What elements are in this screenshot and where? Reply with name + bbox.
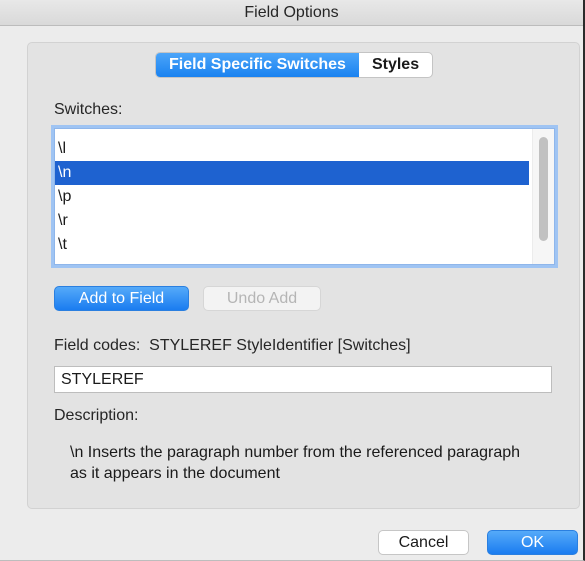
scroll-thumb[interactable]: [539, 137, 548, 241]
ok-button[interactable]: OK: [487, 530, 578, 555]
field-codes-line: Field codes: STYLEREF StyleIdentifier [S…: [54, 337, 411, 355]
field-codes-input[interactable]: [54, 366, 552, 393]
switches-label: Switches:: [54, 101, 123, 118]
tab-bar: Field Specific Switches Styles: [155, 52, 434, 78]
add-to-field-button[interactable]: Add to Field: [54, 286, 189, 311]
field-codes-label: Field codes:: [54, 337, 141, 354]
tab-field-specific-switches[interactable]: Field Specific Switches: [156, 53, 359, 77]
tab-styles[interactable]: Styles: [359, 53, 432, 77]
field-options-dialog: Field Options Field Specific Switches St…: [0, 0, 585, 561]
field-codes-syntax: STYLEREF StyleIdentifier [Switches]: [149, 337, 411, 354]
switch-item-t[interactable]: \t: [55, 233, 529, 257]
switches-list[interactable]: \l \n \p \r \t: [54, 128, 555, 265]
description-text: \n Inserts the paragraph number from the…: [70, 444, 521, 482]
undo-add-button[interactable]: Undo Add: [203, 286, 321, 311]
switch-item-n[interactable]: \n: [55, 161, 529, 185]
switch-item-r[interactable]: \r: [55, 209, 529, 233]
switch-item-p[interactable]: \p: [55, 185, 529, 209]
switches-scrollbar[interactable]: [532, 129, 554, 264]
window-title: Field Options: [0, 0, 583, 26]
cancel-button[interactable]: Cancel: [378, 530, 469, 555]
switch-item-l[interactable]: \l: [55, 137, 529, 161]
description-label: Description:: [54, 407, 139, 424]
